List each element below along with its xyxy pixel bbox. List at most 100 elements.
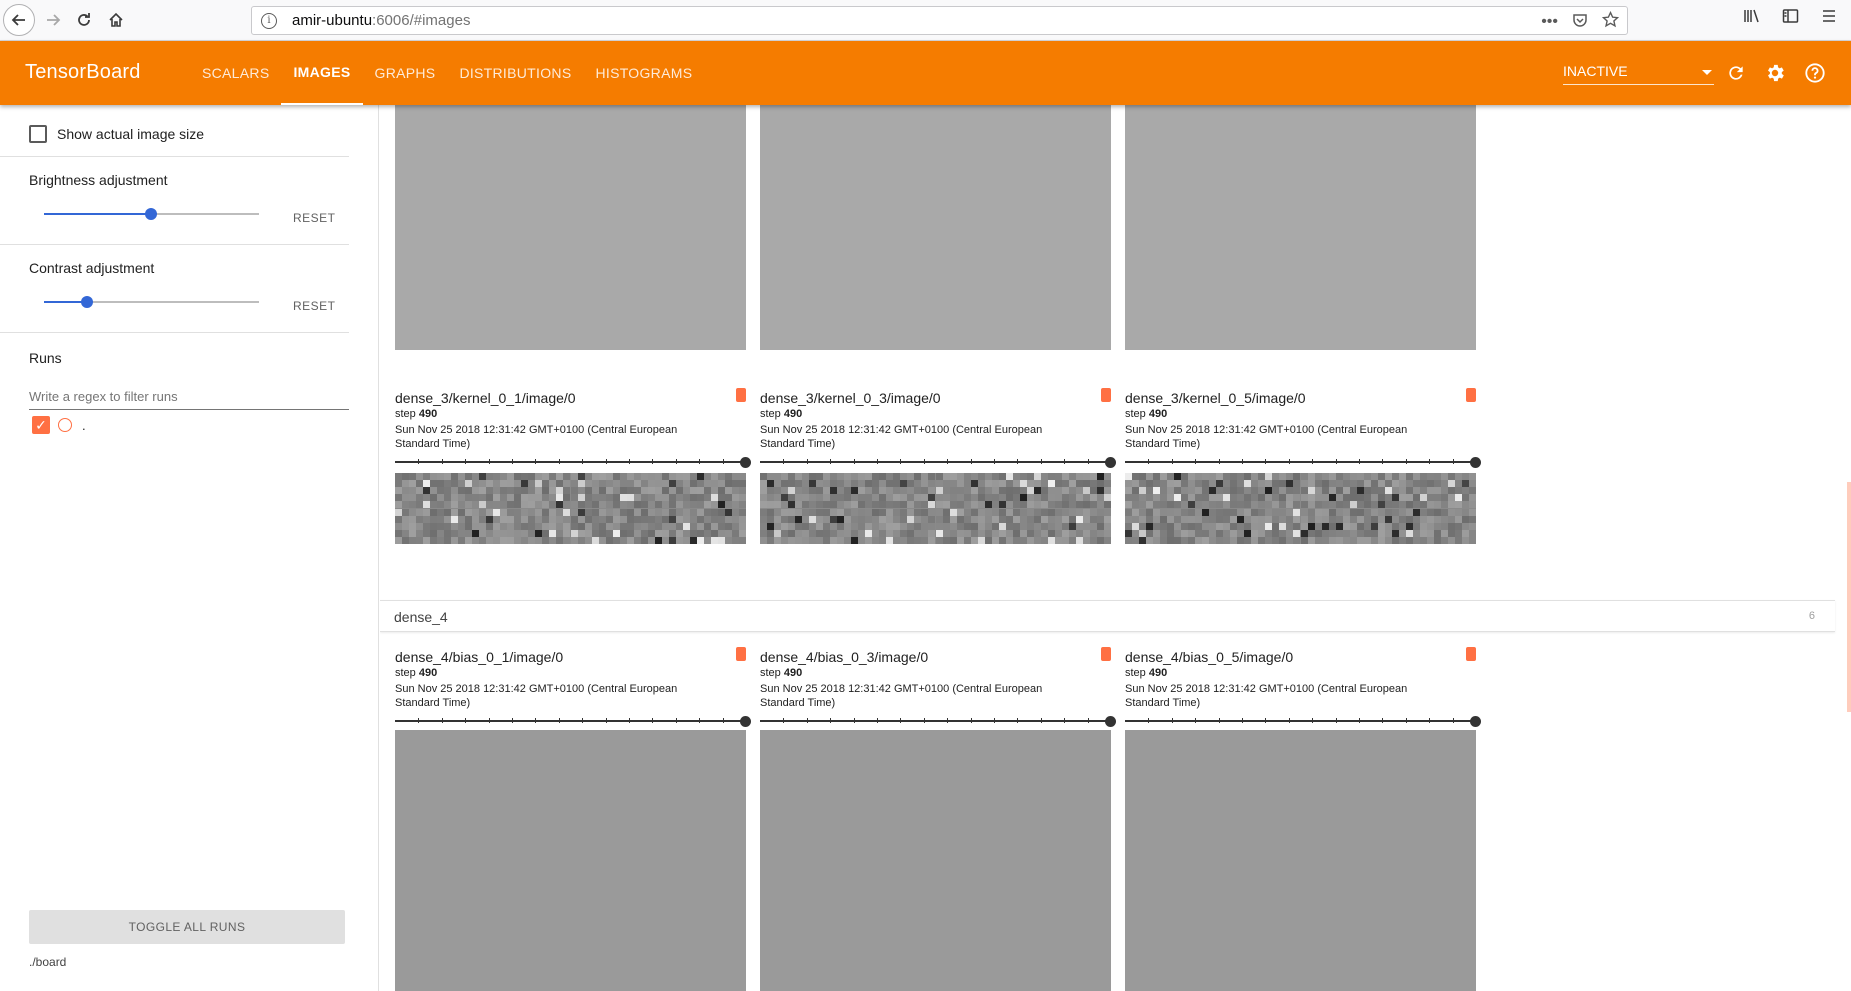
image-size-section: Show actual image size	[0, 105, 349, 157]
run-color-badge	[1101, 647, 1111, 661]
run-filter-input[interactable]	[29, 383, 349, 410]
run-color-badge	[736, 388, 746, 402]
run-item[interactable]: ✓ .	[32, 416, 86, 434]
run-checkbox[interactable]: ✓	[32, 416, 50, 434]
dashboard-tabs: SCALARS IMAGES GRAPHS DISTRIBUTIONS HIST…	[190, 41, 704, 105]
card-step: step 490	[1125, 408, 1168, 420]
pocket-icon[interactable]	[1572, 12, 1588, 33]
image-card: dense_3/kernel_0_3/image/0 step 490 Sun …	[760, 388, 1116, 550]
reload-icon[interactable]	[69, 5, 99, 35]
browser-toolbar: i amir-ubuntu:6006/#images •••	[0, 0, 1851, 41]
address-bar[interactable]: i amir-ubuntu:6006/#images •••	[251, 6, 1628, 35]
inactive-dashboards-select[interactable]: INACTIVE	[1563, 61, 1714, 85]
select-value: INACTIVE	[1563, 63, 1628, 79]
card-timestamp: Sun Nov 25 2018 12:31:42 GMT+0100 (Centr…	[1125, 424, 1408, 450]
forward-arrow-icon[interactable]	[38, 5, 68, 35]
card-timestamp: Sun Nov 25 2018 12:31:42 GMT+0100 (Centr…	[395, 424, 678, 450]
image-thumbnail	[760, 105, 1111, 350]
tab-distributions[interactable]: DISTRIBUTIONS	[447, 41, 583, 105]
info-icon[interactable]: i	[261, 12, 277, 29]
back-arrow-icon[interactable]	[3, 4, 35, 36]
card-step: step 490	[1125, 667, 1168, 679]
card-timestamp: Sun Nov 25 2018 12:31:42 GMT+0100 (Centr…	[760, 683, 1043, 709]
show-actual-size-toggle[interactable]: Show actual image size	[29, 125, 204, 143]
step-slider[interactable]	[395, 457, 751, 468]
show-actual-size-checkbox[interactable]	[29, 125, 47, 143]
step-slider[interactable]	[395, 716, 751, 727]
scrollbar-thumb[interactable]	[1847, 482, 1851, 712]
images-panel: dense_3/kernel_0_1/image/0 step 490 Sun …	[380, 105, 1851, 991]
step-slider-knob[interactable]	[740, 716, 751, 727]
bias-image	[395, 730, 746, 991]
run-color-badge	[736, 647, 746, 661]
sidebar: Show actual image size Brightness adjust…	[0, 105, 379, 991]
step-slider-knob[interactable]	[740, 457, 751, 468]
card-timestamp: Sun Nov 25 2018 12:31:42 GMT+0100 (Centr…	[395, 683, 678, 709]
image-card: dense_3/kernel_0_1/image/0 step 490 Sun …	[395, 388, 751, 550]
gear-icon[interactable]	[1763, 61, 1787, 85]
bookmark-star-icon[interactable]	[1601, 10, 1620, 33]
card-title: dense_4/bias_0_3/image/0	[760, 649, 929, 665]
card-step: step 490	[395, 667, 438, 679]
card-timestamp: Sun Nov 25 2018 12:31:42 GMT+0100 (Centr…	[760, 424, 1043, 450]
run-color-radio[interactable]	[58, 418, 72, 432]
library-icon[interactable]	[1743, 8, 1760, 29]
step-slider-knob[interactable]	[1105, 716, 1116, 727]
contrast-section: Contrast adjustment RESET	[0, 245, 349, 333]
run-color-badge	[1466, 388, 1476, 402]
runs-heading: Runs	[29, 350, 62, 366]
app-title: TensorBoard	[25, 61, 141, 83]
url-text: amir-ubuntu:6006/#images	[292, 12, 471, 29]
card-title: dense_4/bias_0_5/image/0	[1125, 649, 1294, 665]
show-actual-size-label: Show actual image size	[57, 126, 205, 142]
card-title: dense_3/kernel_0_3/image/0	[760, 390, 941, 406]
dropdown-caret-icon	[1702, 70, 1712, 75]
brightness-slider-knob[interactable]	[145, 208, 157, 220]
toggle-all-runs-button[interactable]: TOGGLE ALL RUNS	[29, 910, 345, 944]
contrast-reset-button[interactable]: RESET	[293, 299, 336, 313]
kernel-image	[395, 473, 746, 544]
step-slider[interactable]	[1125, 457, 1481, 468]
tab-images[interactable]: IMAGES	[281, 41, 363, 105]
help-icon[interactable]	[1803, 61, 1827, 85]
step-slider-knob[interactable]	[1470, 457, 1481, 468]
card-title: dense_3/kernel_0_5/image/0	[1125, 390, 1306, 406]
step-slider-knob[interactable]	[1105, 457, 1116, 468]
run-color-badge	[1101, 388, 1111, 402]
tab-histograms[interactable]: HISTOGRAMS	[583, 41, 704, 105]
bias-image	[1125, 730, 1476, 991]
image-thumbnail	[1125, 105, 1476, 350]
brightness-slider[interactable]	[44, 204, 259, 224]
tag-group-header[interactable]: dense_4 6	[380, 600, 1835, 632]
contrast-label: Contrast adjustment	[29, 260, 155, 276]
run-name: .	[82, 417, 86, 433]
card-step: step 490	[395, 408, 438, 420]
contrast-slider-knob[interactable]	[81, 296, 93, 308]
bias-image	[760, 730, 1111, 991]
step-slider[interactable]	[760, 457, 1116, 468]
kernel-image	[1125, 473, 1476, 544]
contrast-slider[interactable]	[44, 292, 259, 312]
brightness-label: Brightness adjustment	[29, 172, 168, 188]
image-card: dense_3/kernel_0_5/image/0 step 490 Sun …	[1125, 388, 1481, 550]
image-thumbnail	[395, 105, 746, 350]
logdir-path: ./board	[29, 955, 67, 969]
step-slider-knob[interactable]	[1470, 716, 1481, 727]
run-color-badge	[1466, 647, 1476, 661]
tab-scalars[interactable]: SCALARS	[190, 41, 281, 105]
tab-graphs[interactable]: GRAPHS	[363, 41, 448, 105]
reload-icon[interactable]	[1724, 61, 1748, 85]
home-icon[interactable]	[101, 5, 131, 35]
card-timestamp: Sun Nov 25 2018 12:31:42 GMT+0100 (Centr…	[1125, 683, 1408, 709]
card-title: dense_3/kernel_0_1/image/0	[395, 390, 576, 406]
step-slider[interactable]	[1125, 716, 1481, 727]
menu-icon[interactable]	[1821, 8, 1837, 29]
step-slider[interactable]	[760, 716, 1116, 727]
card-title: dense_4/bias_0_1/image/0	[395, 649, 564, 665]
brightness-reset-button[interactable]: RESET	[293, 211, 336, 225]
sidebar-icon[interactable]	[1782, 8, 1799, 29]
card-step: step 490	[760, 408, 803, 420]
group-name: dense_4	[394, 609, 448, 625]
brightness-section: Brightness adjustment RESET	[0, 157, 349, 245]
more-icon[interactable]: •••	[1541, 13, 1558, 31]
